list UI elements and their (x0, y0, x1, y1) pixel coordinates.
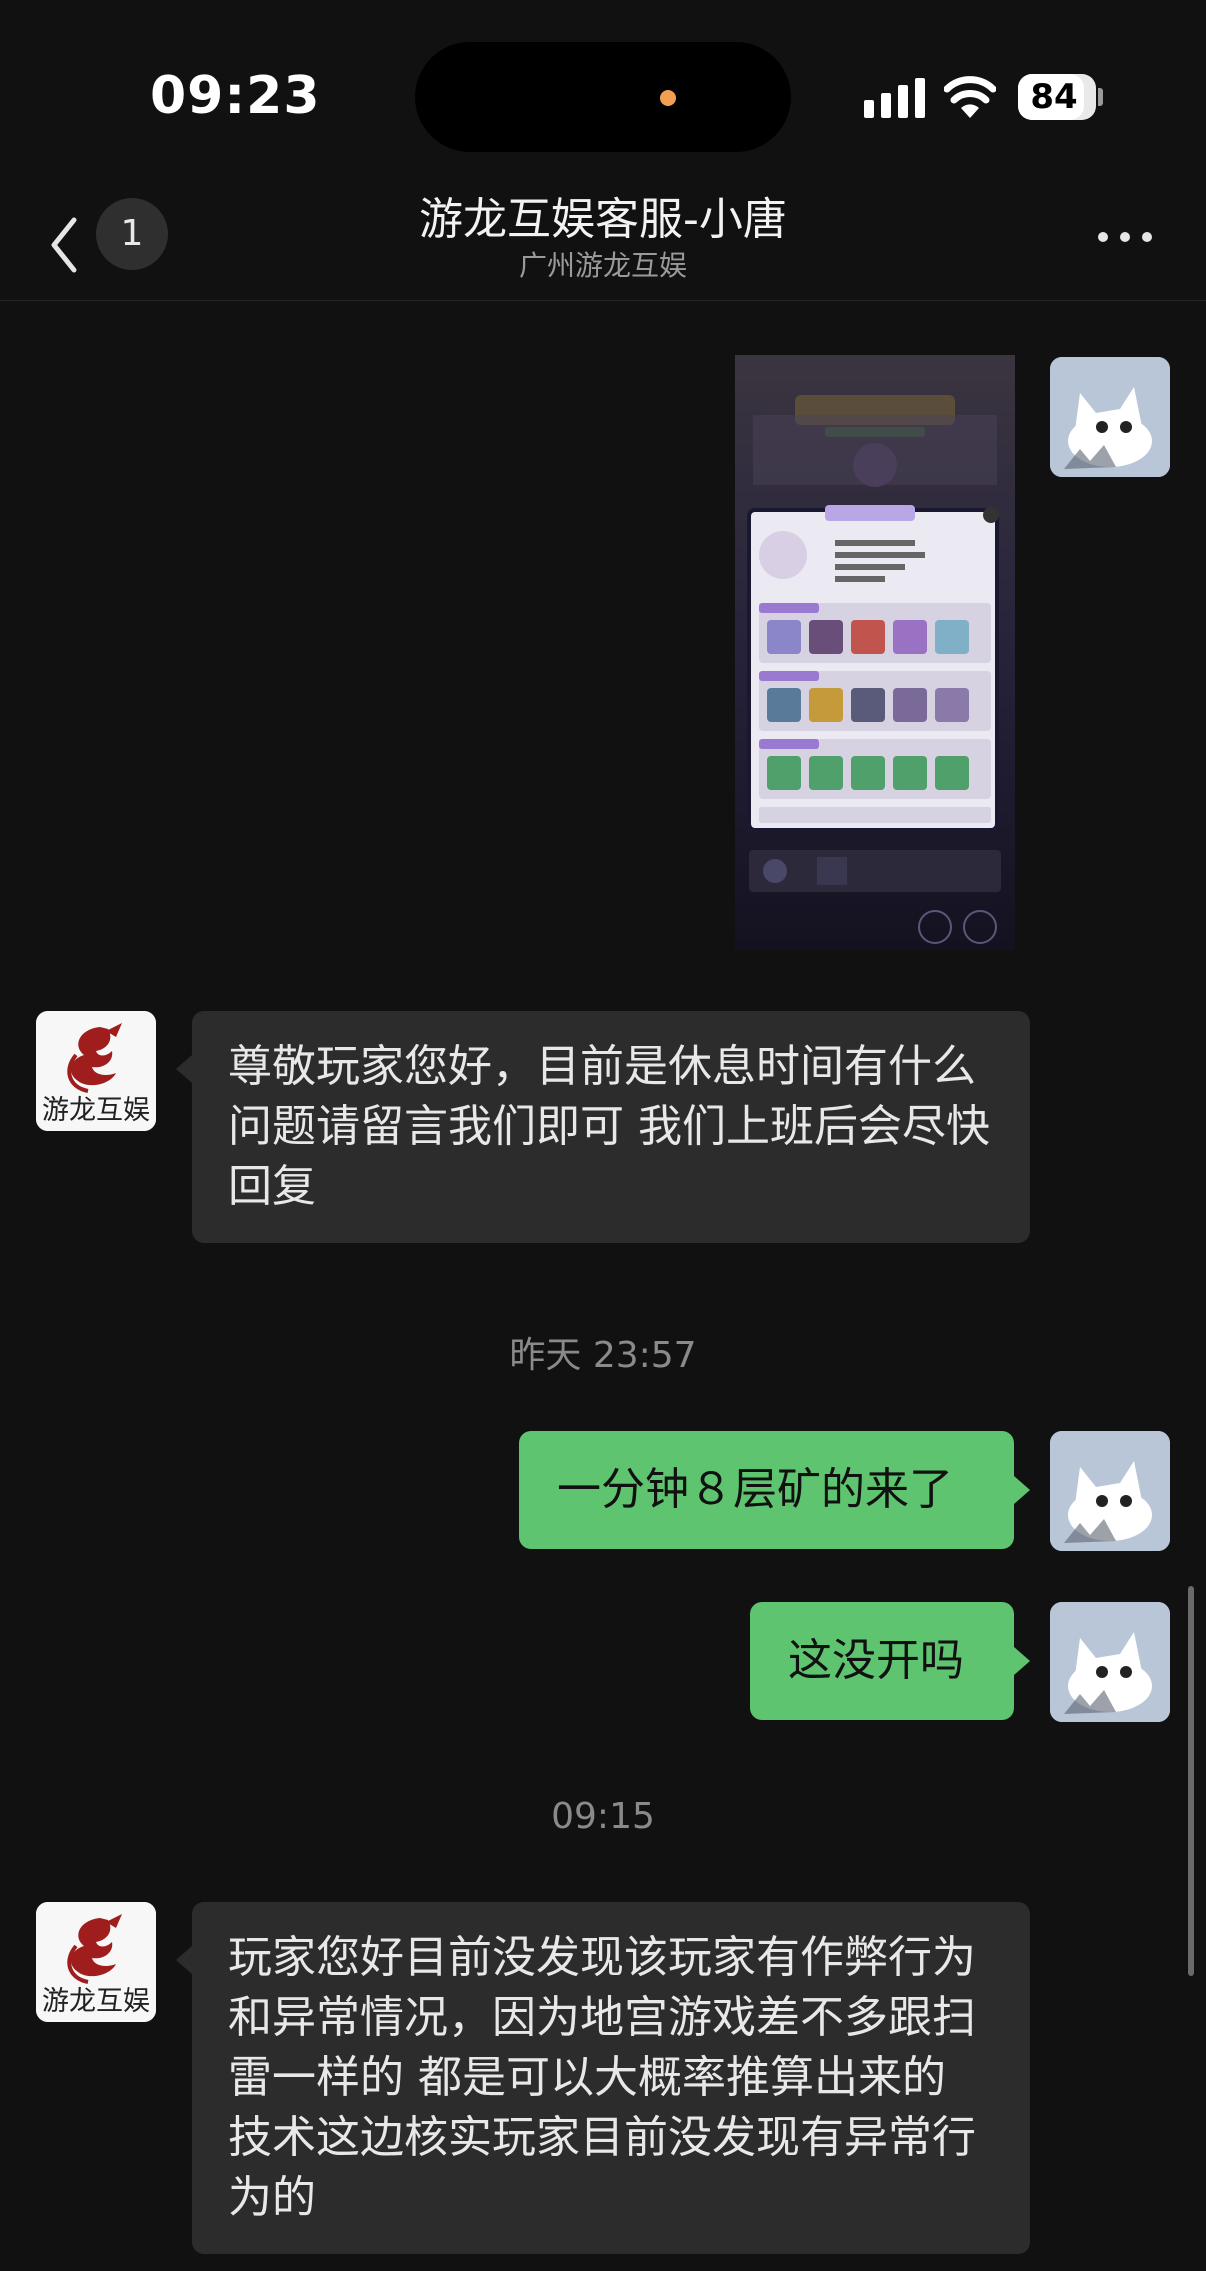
message-timestamp: 昨天 23:57 (509, 1335, 697, 1376)
logo-wordmark: 游龙互娱 (42, 1986, 150, 2017)
chat-header: 游龙互娱客服-小唐 广州游龙互娱 1 (0, 190, 1206, 301)
status-bar: 09:23 84 (0, 0, 1206, 190)
chat-subtitle: 广州游龙互娱 (518, 249, 687, 282)
battery-icon: 84 (1018, 74, 1096, 120)
message-bubble-outgoing[interactable]: 这没开吗 (750, 1602, 1030, 1720)
chat-title: 游龙互娱客服-小唐 (419, 194, 787, 245)
dynamic-island (415, 42, 791, 152)
back-chevron-icon[interactable] (44, 212, 88, 278)
cellular-signal-icon (864, 78, 925, 118)
self-avatar[interactable] (1050, 1602, 1170, 1722)
scrollbar[interactable] (1188, 1586, 1194, 1976)
message-bubble-incoming[interactable]: 玩家您好目前没发现该玩家有作弊行为和异常情况，因为地宫游戏差不多跟扫雷一样的 都… (176, 1902, 1030, 2254)
message-bubble-incoming[interactable]: 尊敬玩家您好，目前是休息时间有什么问题请留言我们即可 我们上班后会尽快回复 (176, 1011, 1030, 1243)
status-time: 09:23 (150, 66, 321, 126)
unread-count-badge[interactable]: 1 (96, 198, 168, 270)
customer-service-avatar[interactable]: 游龙互娱 (36, 1011, 156, 1131)
wifi-icon (944, 76, 996, 118)
game-screenshot-image[interactable] (735, 355, 1015, 950)
self-avatar[interactable] (1050, 357, 1170, 477)
logo-wordmark: 游龙互娱 (42, 1095, 150, 1126)
message-timestamp: 09:15 (551, 1796, 655, 1837)
privacy-indicator-dot (660, 90, 676, 106)
more-options-icon[interactable] (1098, 232, 1154, 244)
self-avatar[interactable] (1050, 1431, 1170, 1551)
customer-service-avatar[interactable]: 游龙互娱 (36, 1902, 156, 2022)
message-bubble-outgoing[interactable]: 一分钟８层矿的来了 (519, 1431, 1030, 1549)
battery-cap (1098, 88, 1103, 106)
battery-percent: 84 (1030, 77, 1078, 117)
